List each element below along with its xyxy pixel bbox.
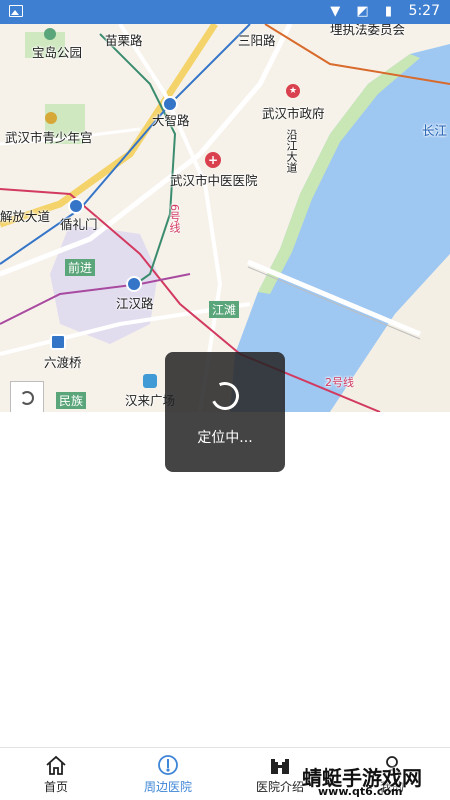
label-dazhi-road[interactable]: 大智路 <box>152 110 190 129</box>
status-icons: ▼ ◩ ▮ <box>330 4 398 19</box>
label-tcm-hospital[interactable]: 武汉市中医医院 <box>170 170 258 189</box>
tab-label: 周边医院 <box>143 780 192 794</box>
label-miaoli-road[interactable]: 苗栗路 <box>105 30 143 49</box>
label-jiefang-avenue: 解放大道 <box>0 209 51 224</box>
label-youth-palace[interactable]: 武汉市青少年宫 <box>5 127 93 146</box>
label-yanjiang-avenue: 沿江大道 <box>285 129 298 173</box>
tab-nearby-hospitals[interactable]: 周边医院 <box>112 748 224 800</box>
status-bar: ▼ ◩ ▮ 5:27 <box>0 0 450 24</box>
label-minzu[interactable]: 民族 <box>56 392 87 409</box>
loading-toast: 定位中... <box>165 352 285 472</box>
palace-marker-icon[interactable] <box>45 112 57 124</box>
mall-marker-icon[interactable] <box>143 374 157 388</box>
home-icon <box>46 755 66 775</box>
label-line2: 2号线 <box>325 376 354 389</box>
hospital-icon <box>271 755 289 774</box>
loading-icon <box>20 391 34 405</box>
label-jiangtan[interactable]: 江滩 <box>209 301 240 318</box>
label-qianjin[interactable]: 前进 <box>65 259 96 276</box>
tab-home[interactable]: 首页 <box>0 748 112 800</box>
label-line6: 6号线 <box>168 204 181 233</box>
park-marker-icon[interactable] <box>44 28 56 40</box>
spinner-icon <box>207 378 243 414</box>
gallery-icon <box>9 5 23 17</box>
government-icon[interactable]: ★ <box>286 84 300 98</box>
label-baodao-park[interactable]: 宝岛公园 <box>32 42 82 61</box>
locate-button[interactable] <box>10 381 44 412</box>
tab-label: 首页 <box>43 780 68 794</box>
label-liuduqiao[interactable]: 六渡桥 <box>44 352 82 371</box>
metro-station-icon[interactable] <box>126 276 142 292</box>
metro-station-icon[interactable] <box>68 198 84 214</box>
toast-message: 定位中... <box>197 430 253 446</box>
metro-station-icon[interactable] <box>162 96 178 112</box>
label-changjiang: 长江 <box>422 123 448 138</box>
label-jianghan-road[interactable]: 江汉路 <box>116 293 154 312</box>
hospital-marker-icon[interactable]: + <box>205 152 221 168</box>
clock: 5:27 <box>408 3 440 19</box>
metro-station-icon[interactable] <box>50 334 66 350</box>
label-wuhan-gov[interactable]: 武汉市政府 <box>262 103 325 122</box>
label-sanyang-road[interactable]: 三阳路 <box>238 30 276 49</box>
watermark-url: www.qt6.com <box>318 785 403 798</box>
label-law-enforcement[interactable]: 埋执法委员会 <box>330 24 405 38</box>
location-icon <box>158 755 178 775</box>
label-xunlimen[interactable]: 循礼门 <box>60 214 98 233</box>
